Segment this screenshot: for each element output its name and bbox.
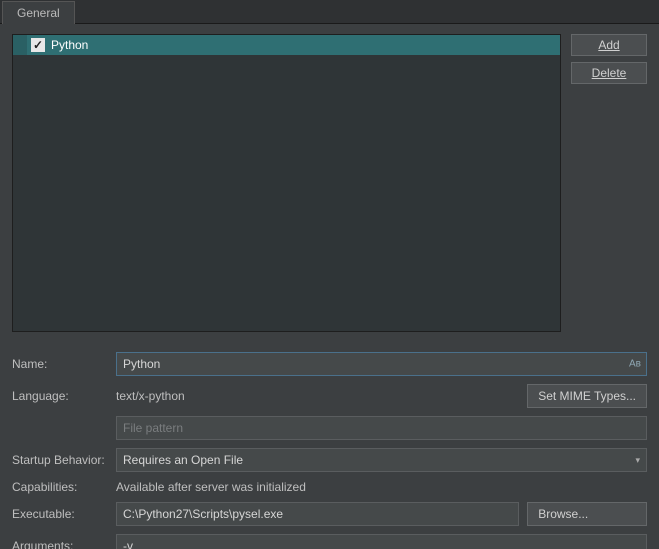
name-field-wrap: Aʙ [116,352,647,376]
language-label: Language: [12,389,108,403]
executable-input[interactable] [116,502,519,526]
name-input[interactable] [116,352,647,376]
side-buttons: Add Delete [571,34,647,332]
chevron-down-icon: ▾ [635,455,640,466]
arguments-label: Arguments: [12,539,108,549]
capabilities-value: Available after server was initialized [116,480,647,494]
drag-handle[interactable] [13,35,27,55]
button-label: Delete [592,66,627,80]
tab-general[interactable]: General [2,1,75,24]
name-label: Name: [12,357,108,371]
startup-label: Startup Behavior: [12,453,108,467]
file-pattern-wrap [116,416,647,440]
list-item-label: Python [49,38,88,52]
startup-select[interactable]: Requires an Open File ▾ [116,448,647,472]
delete-button[interactable]: Delete [571,62,647,84]
set-mime-button[interactable]: Set MIME Types... [527,384,647,408]
file-pattern-input[interactable] [116,416,647,440]
list-item[interactable]: ✓ Python [13,35,560,55]
form: Name: Aʙ Language: text/x-python Set MIM… [12,352,647,549]
add-button[interactable]: Add [571,34,647,56]
tab-bar: General [0,0,659,24]
general-panel: General ✓ Python Add Delete [0,0,659,549]
server-list[interactable]: ✓ Python [12,34,561,332]
executable-label: Executable: [12,507,108,521]
content-area: ✓ Python Add Delete Name: Aʙ Language [0,24,659,549]
button-label: Add [598,38,619,52]
enable-checkbox[interactable]: ✓ [31,38,45,52]
check-icon: ✓ [33,38,43,52]
button-label: Set MIME Types... [538,389,636,403]
tab-label: General [17,6,60,20]
capabilities-label: Capabilities: [12,480,108,494]
upper-row: ✓ Python Add Delete [12,34,647,332]
button-label: Browse... [538,507,588,521]
browse-button[interactable]: Browse... [527,502,647,526]
arguments-input[interactable] [116,534,647,549]
language-value: text/x-python [116,389,519,403]
select-value: Requires an Open File [123,453,243,467]
